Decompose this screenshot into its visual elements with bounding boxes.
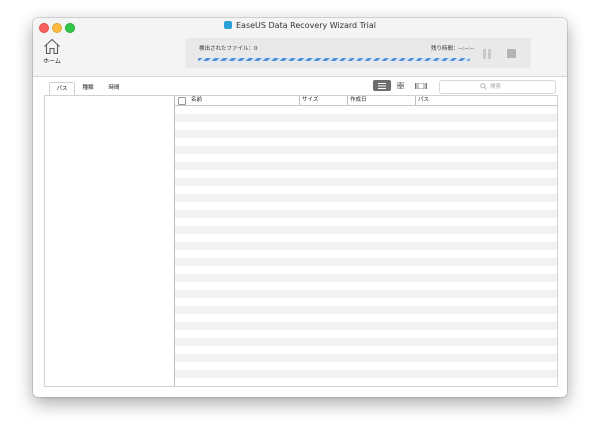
app-logo-icon — [224, 21, 232, 29]
title-bar: EaseUS Data Recovery Wizard Trial ホーム 検出… — [33, 18, 567, 77]
column-path[interactable]: パス — [415, 96, 557, 105]
tab-type[interactable]: 種類 — [77, 82, 99, 94]
file-list-rows[interactable] — [175, 106, 557, 386]
column-name[interactable]: 名前 — [189, 96, 299, 105]
home-icon — [44, 38, 60, 55]
list-view-button[interactable] — [373, 80, 391, 91]
window-title-text: EaseUS Data Recovery Wizard Trial — [236, 21, 376, 30]
stop-button[interactable] — [507, 49, 516, 58]
column-size[interactable]: サイズ — [299, 96, 347, 105]
scan-progress-bar — [198, 58, 470, 61]
tab-time[interactable]: 時間 — [103, 82, 125, 94]
column-created[interactable]: 作成日 — [347, 96, 415, 105]
pause-icon — [483, 49, 486, 59]
scan-status-panel: 検出されたファイル：0 残り時間：--:--:-- — [185, 38, 531, 68]
grid-view-button[interactable] — [393, 80, 407, 91]
list-view-icon — [378, 82, 386, 89]
folder-tree-panel[interactable] — [45, 96, 175, 386]
results-area: 名前 サイズ 作成日 パス — [44, 95, 558, 387]
home-label: ホーム — [43, 58, 61, 65]
select-all-checkbox[interactable] — [178, 97, 186, 105]
filmstrip-view-button[interactable] — [413, 80, 429, 91]
remaining-time-label: 残り時間：--:--:-- — [431, 46, 475, 52]
found-files-label: 検出されたファイル：0 — [199, 46, 258, 52]
pause-button[interactable] — [482, 49, 492, 59]
search-box — [439, 80, 556, 94]
table-header: 名前 サイズ 作成日 パス — [175, 96, 557, 106]
filmstrip-view-icon — [415, 82, 427, 89]
search-icon — [480, 83, 487, 90]
home-button[interactable]: ホーム — [39, 38, 65, 65]
window-title: EaseUS Data Recovery Wizard Trial — [33, 20, 567, 32]
tab-path[interactable]: パス — [49, 82, 75, 95]
grid-view-icon — [396, 82, 404, 89]
search-input[interactable] — [490, 82, 550, 91]
file-table: 名前 サイズ 作成日 パス — [175, 96, 557, 386]
app-window: EaseUS Data Recovery Wizard Trial ホーム 検出… — [33, 18, 567, 397]
